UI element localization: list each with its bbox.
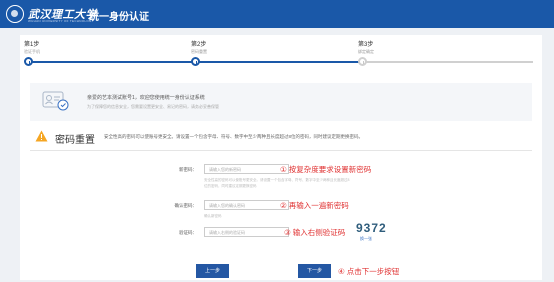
section-divider [30, 150, 532, 151]
previous-step-button[interactable]: 上一步 [196, 264, 229, 278]
next-step-annotation: ④ 点击下一步按钮 [338, 267, 400, 276]
notice-welcome-text: 亲爱的艺本测试账号1，欢迎您使用统一身份认证系统 [87, 95, 205, 101]
warning-icon [35, 130, 48, 142]
id-card-user-icon [42, 91, 69, 111]
step-1: 第1步 验证手机 [24, 39, 40, 55]
top-header: 武汉理工大学 WUHAN UNIVERSITY OF TECHNOLOGY · … [0, 0, 554, 28]
captcha-image[interactable]: 9372 [356, 221, 387, 235]
step-progress-line-done [28, 61, 196, 63]
step-3: 第3步 绑定确定 [358, 39, 374, 55]
step-3-label: 绑定确定 [358, 49, 374, 54]
confirm-password-input[interactable]: 请输入您的确认密码 [204, 200, 289, 210]
next-step-button[interactable]: 下一步 [298, 264, 331, 278]
welcome-notice: 亲爱的艺本测试账号1，欢迎您使用统一身份认证系统 为了保障您的信息安全，您需要设… [30, 83, 532, 121]
step-3-marker-icon [358, 57, 367, 66]
new-password-input[interactable]: 请输入您的新密码 [204, 164, 289, 174]
step-2: 第2步 密码重置 [191, 39, 207, 55]
confirm-password-annotation: ② 再输入一遍新密码 [280, 201, 349, 210]
header-separator: · [80, 8, 83, 18]
step-progress-line-current [196, 61, 363, 63]
step-3-number: 第3步 [358, 42, 374, 48]
password-reset-title: 密码重置 [55, 135, 95, 146]
new-password-hint-2: 位的密码，同时建议定期更换密码 [204, 184, 257, 188]
confirm-password-label: 确认密码： [174, 203, 198, 208]
captcha-refresh-link[interactable]: 换一张 [360, 236, 372, 242]
step-2-marker-icon [191, 57, 200, 66]
new-password-label: 新密码： [179, 167, 197, 172]
step-1-number: 第1步 [24, 42, 40, 48]
notice-security-text: 为了保障您的信息安全，您需要设置更安全、易记的密码，请务必妥善保管 [87, 104, 219, 109]
university-logo-icon [6, 5, 24, 23]
new-password-annotation: ① 按复杂度要求设置新密码 [280, 165, 372, 174]
confirm-password-hint: 确认新密码 [204, 214, 222, 218]
step-2-label: 密码重置 [191, 49, 207, 54]
system-title: 统一身份认证 [89, 12, 149, 23]
step-1-label: 验证手机 [24, 49, 40, 54]
university-subtitle: WUHAN UNIVERSITY OF TECHNOLOGY [28, 19, 94, 23]
captcha-input[interactable]: 请输入右侧的验证码 [204, 227, 289, 237]
new-password-hint-1: 安全性高的密码可以使账号更安全。请设置一个包含字母、符号、数字中至少两种且长度超… [204, 178, 350, 182]
captcha-label: 验证码： [179, 230, 197, 235]
main-card: 第1步 验证手机 第2步 密码重置 第3步 绑定确定 亲爱的艺本测试账号1，欢迎 [20, 35, 542, 280]
password-reset-description: 安全性高的密码可以使账号更安全。请设置一个包含字母、符号、数字中至少两种且长度超… [104, 134, 363, 139]
step-1-marker-icon [24, 57, 33, 66]
step-indicator: 第1步 验证手机 第2步 密码重置 第3步 绑定确定 [20, 35, 542, 75]
step-progress-line-pending [363, 61, 533, 63]
captcha-annotation: ③ 输入右侧验证码 [284, 228, 346, 237]
step-2-number: 第2步 [191, 42, 207, 48]
